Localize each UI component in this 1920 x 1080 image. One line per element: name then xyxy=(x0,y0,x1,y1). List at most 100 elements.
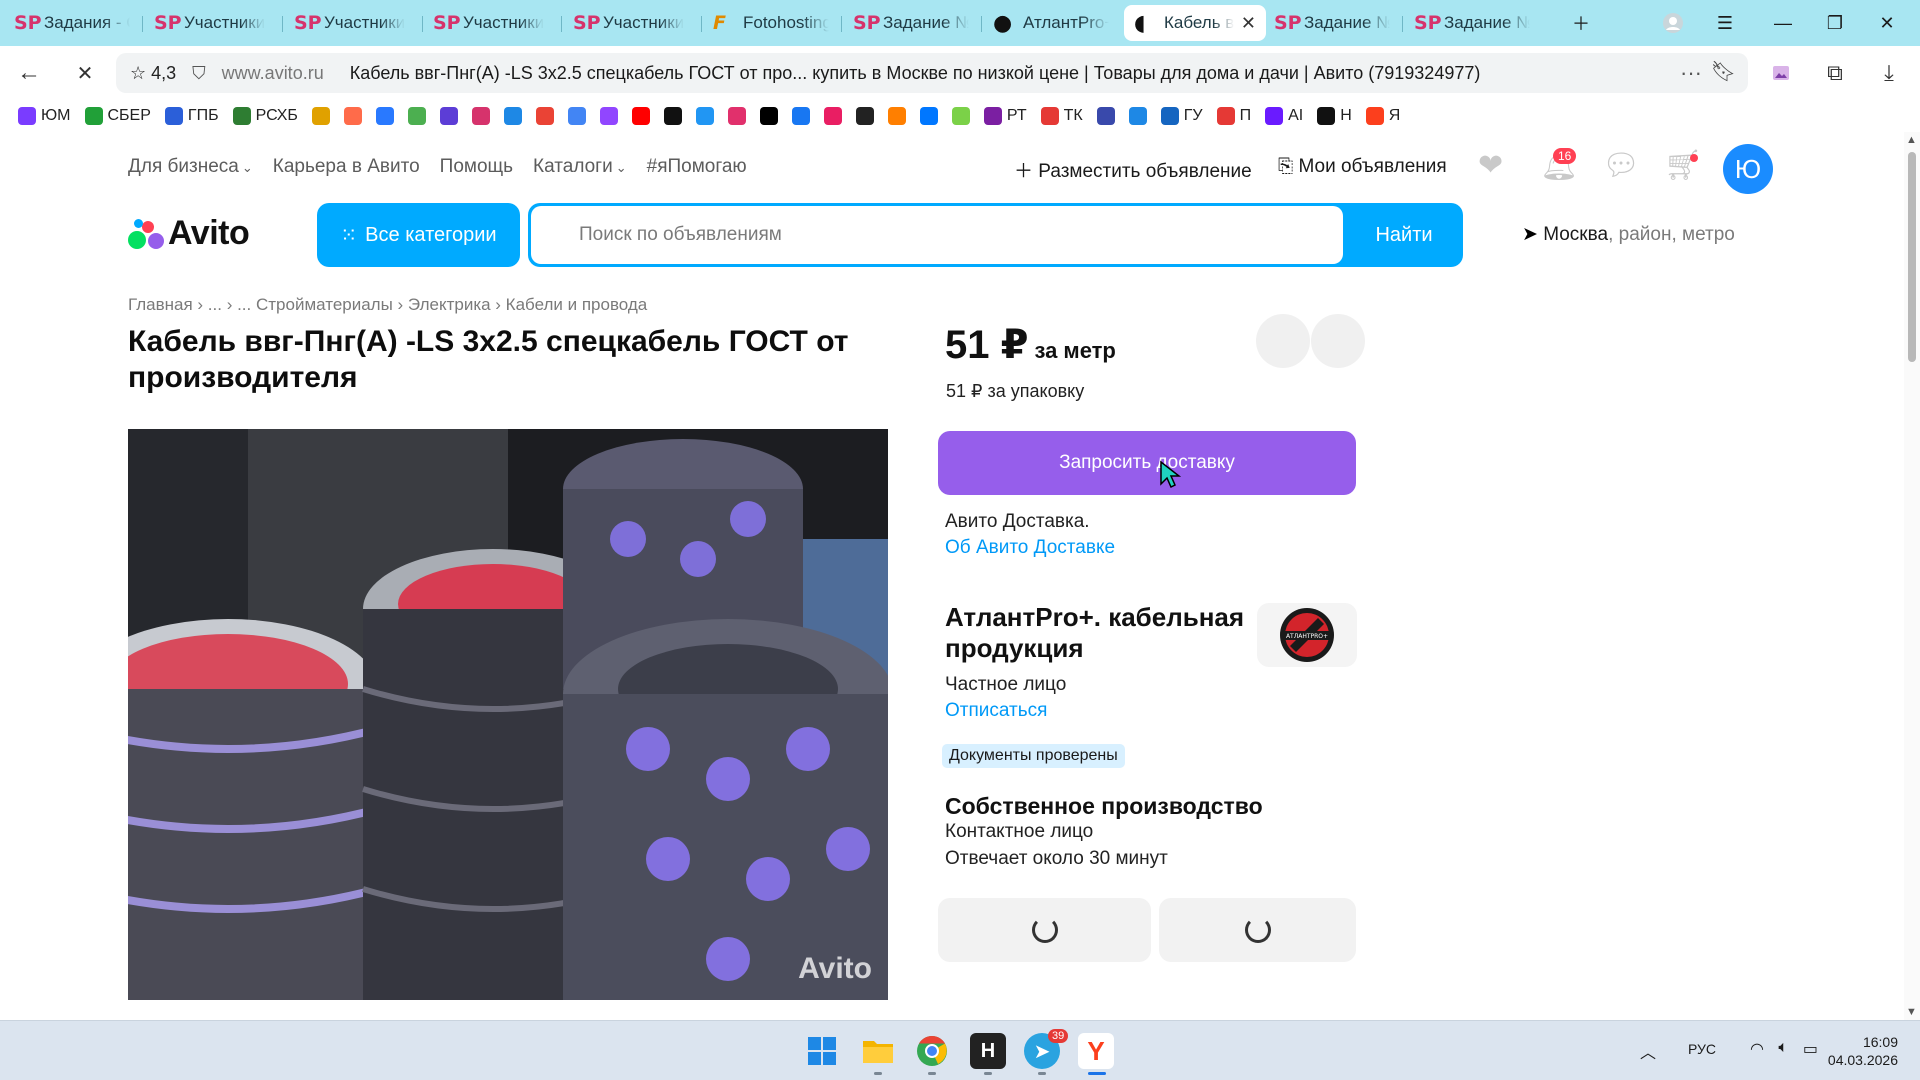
bookmark-item[interactable] xyxy=(919,107,938,125)
bookmark-item[interactable] xyxy=(663,107,682,125)
profile-icon[interactable] xyxy=(1658,8,1688,38)
new-tab-button[interactable]: ＋ xyxy=(1566,8,1596,38)
bookmark-icon[interactable]: 🔖︎ xyxy=(1711,59,1736,84)
about-delivery-link[interactable]: Об Авито Доставке xyxy=(945,537,1115,559)
favorites-heart-icon[interactable]: ❤ xyxy=(1478,148,1503,183)
extensions-icon[interactable]: ⧉ xyxy=(1818,56,1852,90)
restore-icon[interactable]: ❐ xyxy=(1820,8,1850,38)
bookmark-item[interactable] xyxy=(759,107,778,125)
breadcrumb[interactable]: Главная › ... › ... Стройматериалы › Эле… xyxy=(128,295,647,315)
nav-help[interactable]: Помощь xyxy=(440,156,513,178)
yandex-browser-icon[interactable]: Y xyxy=(1078,1033,1114,1069)
extension-image-icon[interactable] xyxy=(1764,56,1798,90)
browser-tab[interactable]: F Fotohosting xyxy=(703,5,839,41)
chrome-icon[interactable] xyxy=(914,1033,950,1069)
bookmark-item[interactable] xyxy=(631,107,650,125)
browser-tab[interactable]: SP Задания - С xyxy=(4,5,140,41)
bookmark-item[interactable]: AI xyxy=(1265,107,1303,125)
search-input[interactable] xyxy=(531,206,1343,264)
bookmark-item[interactable]: П xyxy=(1216,107,1251,125)
close-tab-icon[interactable]: ✕ xyxy=(1237,13,1256,34)
downloads-icon[interactable]: ⤓ xyxy=(1872,56,1906,90)
seller-name[interactable]: АтлантPro+. кабельная продукция xyxy=(945,602,1245,664)
bookmark-item[interactable] xyxy=(1128,107,1147,125)
stop-loading-icon[interactable]: ✕ xyxy=(68,56,102,90)
browser-tab[interactable]: SP Задание № xyxy=(843,5,979,41)
unsubscribe-link[interactable]: Отписаться xyxy=(945,700,1047,722)
bookmark-item[interactable]: ТК xyxy=(1040,107,1083,125)
browser-tab[interactable]: SP Участники xyxy=(423,5,559,41)
bookmark-item[interactable] xyxy=(407,107,426,125)
nav-career[interactable]: Карьера в Авито xyxy=(273,156,420,178)
wifi-icon[interactable]: ◠ xyxy=(1750,1039,1764,1059)
share-button[interactable] xyxy=(1311,314,1365,368)
browser-tab[interactable]: SP Участники xyxy=(563,5,699,41)
bookmark-item[interactable]: Я xyxy=(1365,107,1400,125)
bookmark-item[interactable]: ГПБ xyxy=(164,107,219,125)
file-explorer-icon[interactable] xyxy=(860,1033,896,1069)
favorite-button[interactable] xyxy=(1256,314,1310,368)
bookmark-item[interactable] xyxy=(471,107,490,125)
bookmark-item[interactable] xyxy=(343,107,362,125)
bookmark-item[interactable]: ЮМ xyxy=(18,107,71,125)
bookmark-item[interactable] xyxy=(375,107,394,125)
back-icon[interactable]: ← xyxy=(12,56,46,90)
bookmark-item[interactable] xyxy=(535,107,554,125)
language-indicator[interactable]: РУС xyxy=(1688,1041,1716,1057)
product-photo[interactable]: Avito xyxy=(128,429,888,1000)
seller-logo[interactable]: АТЛАНТPRO+ xyxy=(1257,603,1357,667)
my-ads-link[interactable]: ⎘ Мои объявления xyxy=(1278,156,1447,178)
bookmark-item[interactable] xyxy=(439,107,458,125)
browser-tab[interactable]: SP Задание № xyxy=(1404,5,1540,41)
user-avatar[interactable]: Ю xyxy=(1723,144,1773,194)
bookmark-item[interactable]: РТ xyxy=(983,107,1027,125)
tray-chevron-up-icon[interactable]: ︿ xyxy=(1640,1039,1656,1063)
bookmark-item[interactable] xyxy=(567,107,586,125)
scroll-up-icon[interactable]: ▲ xyxy=(1906,134,1917,146)
bookmark-item[interactable] xyxy=(311,107,330,125)
menu-icon[interactable]: ☰ xyxy=(1710,8,1740,38)
nav-business[interactable]: Для бизнеса ⌄ xyxy=(128,156,253,178)
bookmark-item[interactable] xyxy=(951,107,970,125)
write-message-button[interactable] xyxy=(1159,898,1356,962)
search-button[interactable]: Найти xyxy=(1345,203,1463,267)
nav-help-hashtag[interactable]: #яПомогаю xyxy=(647,156,747,178)
cart-icon[interactable]: 🛒︎ xyxy=(1664,148,1702,183)
bookmark-item[interactable] xyxy=(727,107,746,125)
battery-icon[interactable]: ▭ xyxy=(1803,1039,1818,1059)
all-categories-button[interactable]: ⁙ Все категории xyxy=(317,203,520,267)
clock[interactable]: 16:09 04.03.2026 xyxy=(1828,1033,1898,1069)
bookmark-item[interactable] xyxy=(791,107,810,125)
shield-icon[interactable]: ⛉ xyxy=(192,63,206,84)
messages-icon[interactable]: 💬︎ xyxy=(1602,148,1640,183)
h-app-icon[interactable]: H xyxy=(970,1033,1006,1069)
minimize-icon[interactable]: — xyxy=(1768,8,1798,38)
browser-tab[interactable]: SP Задание № xyxy=(1264,5,1400,41)
site-rating[interactable]: ☆ 4,3 xyxy=(130,63,176,84)
location-selector[interactable]: ➤ Москва, район, метро xyxy=(1522,223,1735,246)
page-scrollbar[interactable]: ▲ ▼ xyxy=(1904,132,1920,1020)
show-phone-button[interactable] xyxy=(938,898,1151,962)
nav-catalogs[interactable]: Каталоги ⌄ xyxy=(533,156,627,178)
close-window-icon[interactable]: ✕ xyxy=(1872,8,1902,38)
avito-logo[interactable]: Avito xyxy=(128,214,250,253)
bookmark-item[interactable] xyxy=(503,107,522,125)
scroll-down-icon[interactable]: ▼ xyxy=(1906,1006,1917,1018)
bookmark-item[interactable] xyxy=(887,107,906,125)
bookmark-item[interactable] xyxy=(823,107,842,125)
bookmark-item[interactable] xyxy=(599,107,618,125)
bookmark-item[interactable]: ГУ xyxy=(1160,107,1203,125)
bookmark-item[interactable] xyxy=(855,107,874,125)
scroll-thumb[interactable] xyxy=(1908,152,1916,362)
browser-tab[interactable]: ● АтлантPro+ xyxy=(983,5,1119,41)
browser-tab[interactable]: SP Участники xyxy=(284,5,420,41)
bookmark-item[interactable]: РСХБ xyxy=(232,107,298,125)
browser-tab[interactable]: SP Участники xyxy=(144,5,280,41)
start-icon[interactable] xyxy=(804,1033,840,1069)
browser-tab[interactable]: ◖ Кабель в ✕ xyxy=(1124,5,1266,41)
more-icon[interactable]: ··· xyxy=(1680,60,1702,86)
omnibox[interactable]: ☆ 4,3 ⛉ www.avito.ru Кабель ввг-Пнг(А) -… xyxy=(116,53,1748,93)
bookmark-item[interactable]: СБЕР xyxy=(84,107,151,125)
bookmark-item[interactable]: Н xyxy=(1317,107,1352,125)
bookmark-item[interactable] xyxy=(695,107,714,125)
